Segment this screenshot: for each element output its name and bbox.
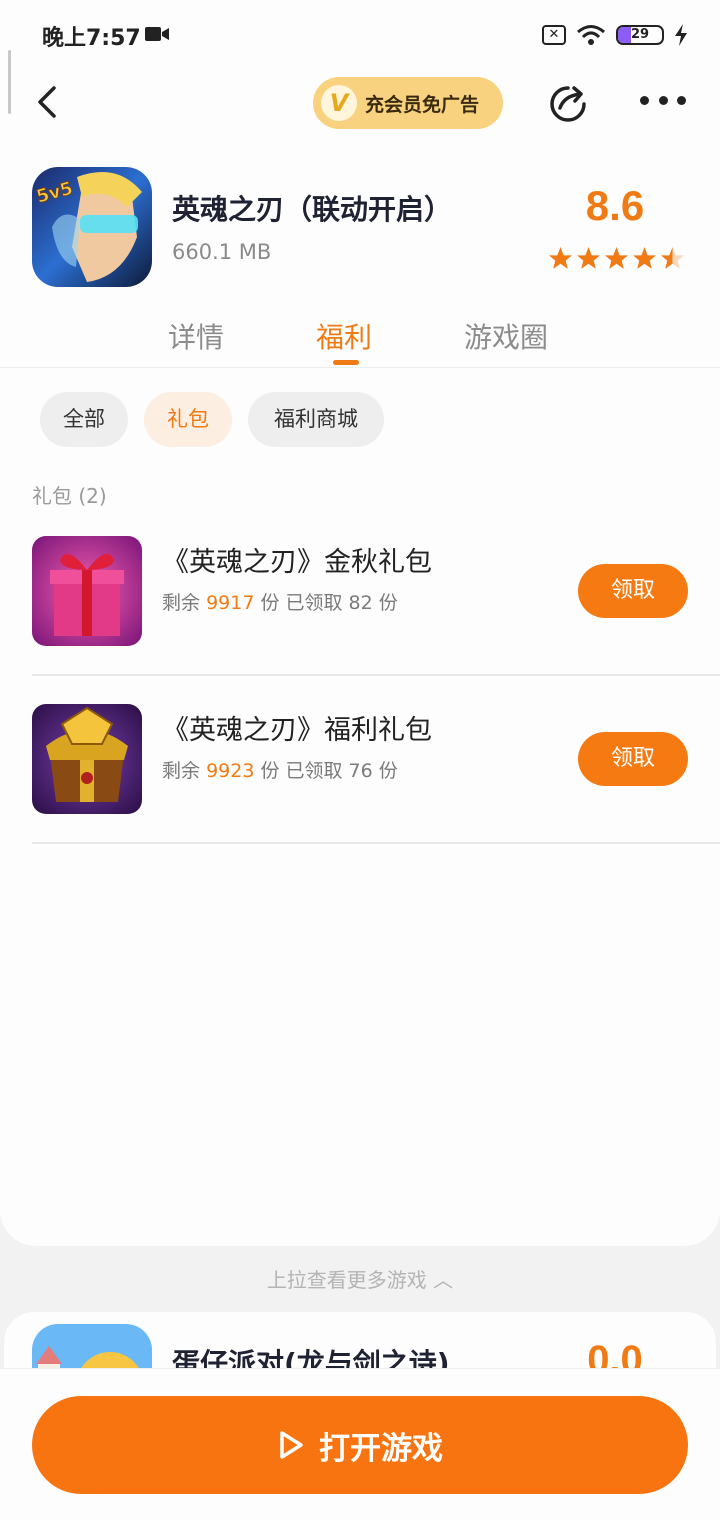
list-item: 《英魂之刃》福利礼包 剩余 9923 份 已领取 76 份 领取 xyxy=(32,704,720,844)
open-game-button[interactable]: 打开游戏 xyxy=(32,1396,688,1494)
battery-icon: 29 xyxy=(616,25,664,45)
vip-ad-free-button[interactable]: V 充会员免广告 xyxy=(313,77,503,129)
gift-name: 《英魂之刃》福利礼包 xyxy=(162,715,432,746)
pull-up-hint[interactable]: 上拉查看更多游戏 ︿ xyxy=(0,1264,720,1293)
back-arrow-icon[interactable] xyxy=(30,82,70,122)
pull-up-hint-label: 上拉查看更多游戏 xyxy=(266,1268,427,1292)
scroll-indicator[interactable] xyxy=(8,50,11,114)
gift-stock: 剩余 9923 份 已领取 76 份 xyxy=(162,760,398,782)
game-score: 8.6 xyxy=(585,182,645,229)
open-game-label: 打开游戏 xyxy=(319,1430,443,1466)
gift-remaining: 9923 xyxy=(206,760,255,782)
charging-icon xyxy=(675,24,687,46)
tab-benefits[interactable]: 福利 xyxy=(316,316,372,356)
tab-game-circle[interactable]: 游戏圈 xyxy=(464,316,548,356)
status-icons: ✕ 29 xyxy=(542,22,688,48)
share-icon[interactable] xyxy=(546,82,590,126)
gift-box-image xyxy=(32,536,142,646)
divider xyxy=(32,842,720,844)
bottom-bar: 打开游戏 xyxy=(0,1368,720,1520)
star-icon xyxy=(605,247,628,269)
battery-level: 29 xyxy=(630,27,650,42)
tab-bar: 详情 福利 游戏圈 xyxy=(0,316,720,368)
video-camera-icon xyxy=(145,27,169,41)
section-label: 礼包 (2) xyxy=(32,484,107,508)
divider xyxy=(32,674,720,676)
tab-active-indicator xyxy=(333,360,359,365)
filter-all[interactable]: 全部 xyxy=(40,392,128,447)
play-icon xyxy=(280,1431,303,1459)
filter-gift-pack[interactable]: 礼包 xyxy=(144,392,232,447)
gift-remaining: 9917 xyxy=(206,592,255,614)
claim-button[interactable]: 领取 xyxy=(578,732,688,786)
vip-label: 充会员免广告 xyxy=(365,93,480,116)
game-title: 英魂之刃（联动开启） xyxy=(172,193,453,226)
game-size: 660.1 MB xyxy=(172,240,272,264)
gift-stock: 剩余 9917 份 已领取 82 份 xyxy=(162,592,398,614)
status-time: 晚上7:57 xyxy=(42,26,141,51)
tab-details[interactable]: 详情 xyxy=(168,316,224,356)
divider xyxy=(0,367,720,368)
status-bar: 晚上7:57 ✕ 29 xyxy=(0,0,720,70)
rating-stars xyxy=(548,246,688,272)
more-dots-icon[interactable] xyxy=(640,96,686,108)
chevron-up-icon: ︿ xyxy=(433,1268,454,1292)
wifi-icon xyxy=(577,25,605,45)
list-item: 《英魂之刃》金秋礼包 剩余 9917 份 已领取 82 份 领取 xyxy=(32,536,720,676)
game-app-icon: 5v5 xyxy=(32,167,152,287)
filter-welfare-mall[interactable]: 福利商城 xyxy=(248,392,384,447)
gift-name: 《英魂之刃》金秋礼包 xyxy=(162,547,432,578)
claim-button[interactable]: 领取 xyxy=(578,564,688,618)
sim-blocked-icon: ✕ xyxy=(542,25,566,45)
star-icon xyxy=(549,247,572,269)
half-star-icon xyxy=(661,247,684,269)
star-icon xyxy=(633,247,656,269)
vip-badge-icon: V xyxy=(321,85,357,121)
treasure-chest-image xyxy=(32,704,142,814)
star-icon xyxy=(577,247,600,269)
